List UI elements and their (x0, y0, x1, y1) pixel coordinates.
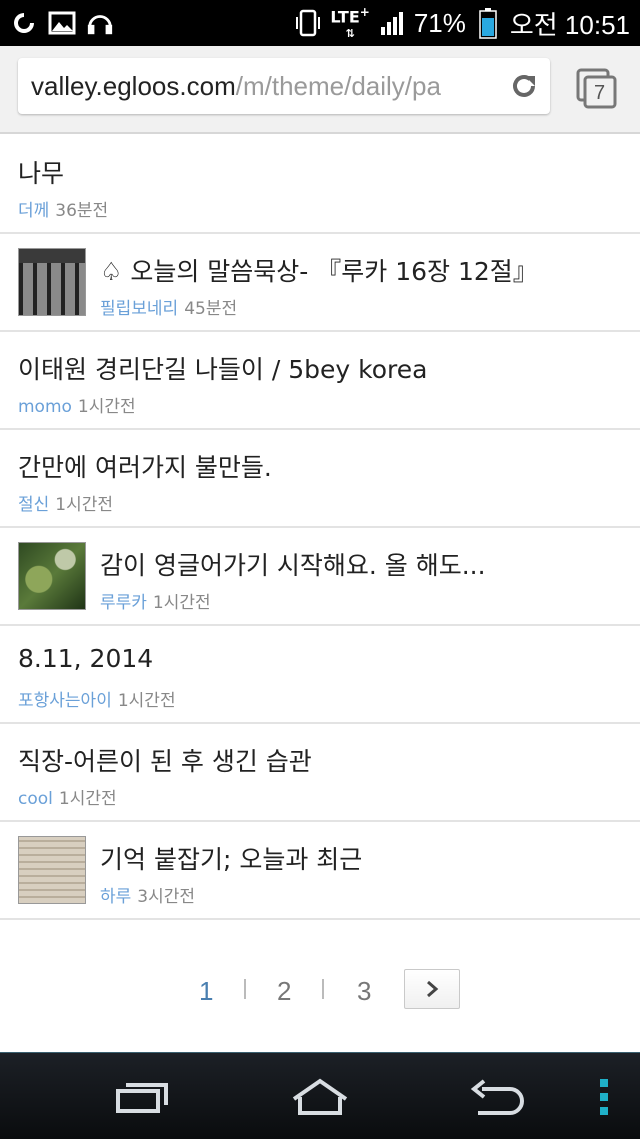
system-nav-bar (0, 1052, 640, 1139)
list-item[interactable]: 감이 영글어가기 시작해요. 올 해도... 루루카 1시간전 (0, 528, 640, 626)
swirl-app-icon (10, 9, 38, 37)
page-divider (322, 979, 324, 999)
post-meta: 절신 1시간전 (18, 490, 113, 515)
post-author[interactable]: 필립보네리 (100, 299, 178, 319)
post-title[interactable]: 감이 영글어가기 시작해요. 올 해도... (100, 546, 486, 582)
back-button[interactable] (466, 1075, 530, 1119)
list-item[interactable]: 직장-어른이 된 후 생긴 습관 cool 1시간전 (0, 724, 640, 822)
post-time: 1시간전 (58, 789, 117, 809)
tabs-button[interactable]: 7 (576, 68, 618, 110)
network-type: LTE+ ⇅ (330, 5, 370, 40)
post-title[interactable]: 이태원 경리단길 나들이 / 5bey korea (18, 350, 427, 386)
post-thumbnail[interactable] (18, 836, 86, 904)
page-divider (244, 979, 246, 999)
headphones-icon (86, 9, 114, 37)
page-1-link[interactable]: 1 (199, 976, 213, 1007)
post-title[interactable]: 직장-어른이 된 후 생긴 습관 (18, 742, 312, 778)
post-meta: 루루카 1시간전 (100, 588, 211, 613)
post-title[interactable]: 간만에 여러가지 불만들. (18, 448, 272, 484)
chevron-right-icon (427, 980, 439, 998)
browser-toolbar: valley.egloos.com/m/theme/daily/pa 7 (0, 46, 640, 134)
post-list: 나무 더께 36분전 ♤ 오늘의 말씀묵상- 『루카 16장 12절』 필립보네리… (0, 136, 640, 920)
pagination: 1 2 3 (0, 934, 640, 1052)
phone-vibrate-icon (294, 9, 322, 37)
tab-count: 7 (594, 82, 606, 104)
home-button[interactable] (288, 1075, 352, 1119)
post-time: 3시간전 (137, 887, 196, 907)
post-title[interactable]: 나무 (18, 154, 64, 190)
clock: 오전 10:51 (509, 9, 630, 40)
list-item[interactable]: 기억 붙잡기; 오늘과 최근 하루 3시간전 (0, 822, 640, 920)
post-meta: cool 1시간전 (18, 784, 117, 809)
page-2-link[interactable]: 2 (277, 976, 291, 1007)
url-text[interactable]: valley.egloos.com/m/theme/daily/pa (18, 71, 441, 102)
post-author[interactable]: 포항사는아이 (18, 691, 112, 711)
post-meta: 더께 36분전 (18, 196, 108, 221)
post-author[interactable]: momo (18, 397, 72, 417)
post-time: 36분전 (55, 201, 109, 221)
post-time: 1시간전 (117, 691, 176, 711)
post-time: 1시간전 (152, 593, 211, 613)
status-bar: LTE+ ⇅ 71% 오전 10:51 (0, 0, 640, 46)
post-time: 1시간전 (55, 495, 114, 515)
post-author[interactable]: 더께 (18, 201, 49, 221)
recent-apps-button[interactable] (110, 1075, 174, 1119)
home-icon (292, 1078, 348, 1115)
signal-icon (378, 9, 406, 37)
overflow-menu-icon (600, 1079, 608, 1115)
battery-percent: 71% (413, 7, 466, 38)
back-icon (470, 1079, 524, 1115)
post-thumbnail[interactable] (18, 248, 86, 316)
battery-icon (474, 8, 502, 39)
list-item[interactable]: 간만에 여러가지 불만들. 절신 1시간전 (0, 430, 640, 528)
post-title[interactable]: 8.11, 2014 (18, 644, 153, 673)
list-item[interactable]: 이태원 경리단길 나들이 / 5bey korea momo 1시간전 (0, 332, 640, 430)
gallery-icon (48, 9, 76, 37)
list-item[interactable]: 8.11, 2014 포항사는아이 1시간전 (0, 626, 640, 724)
page-3-link[interactable]: 3 (357, 976, 371, 1007)
post-author[interactable]: cool (18, 789, 53, 809)
address-bar[interactable]: valley.egloos.com/m/theme/daily/pa (18, 58, 550, 114)
post-title[interactable]: 기억 붙잡기; 오늘과 최근 (100, 840, 362, 876)
recent-apps-icon (116, 1083, 168, 1113)
reload-icon[interactable] (508, 70, 540, 102)
post-author[interactable]: 루루카 (100, 593, 147, 613)
post-meta: 하루 3시간전 (100, 882, 195, 907)
post-meta: 포항사는아이 1시간전 (18, 686, 176, 711)
post-author[interactable]: 하루 (100, 887, 131, 907)
post-author[interactable]: 절신 (18, 495, 49, 515)
post-meta: momo 1시간전 (18, 392, 136, 417)
post-meta: 필립보네리 45분전 (100, 294, 237, 319)
post-time: 1시간전 (77, 397, 136, 417)
list-item[interactable]: ♤ 오늘의 말씀묵상- 『루카 16장 12절』 필립보네리 45분전 (0, 234, 640, 332)
post-time: 45분전 (184, 299, 238, 319)
post-thumbnail[interactable] (18, 542, 86, 610)
menu-button[interactable] (586, 1075, 622, 1119)
post-title[interactable]: ♤ 오늘의 말씀묵상- 『루카 16장 12절』 (100, 252, 538, 288)
next-page-button[interactable] (404, 969, 460, 1009)
list-item[interactable]: 나무 더께 36분전 (0, 136, 640, 234)
